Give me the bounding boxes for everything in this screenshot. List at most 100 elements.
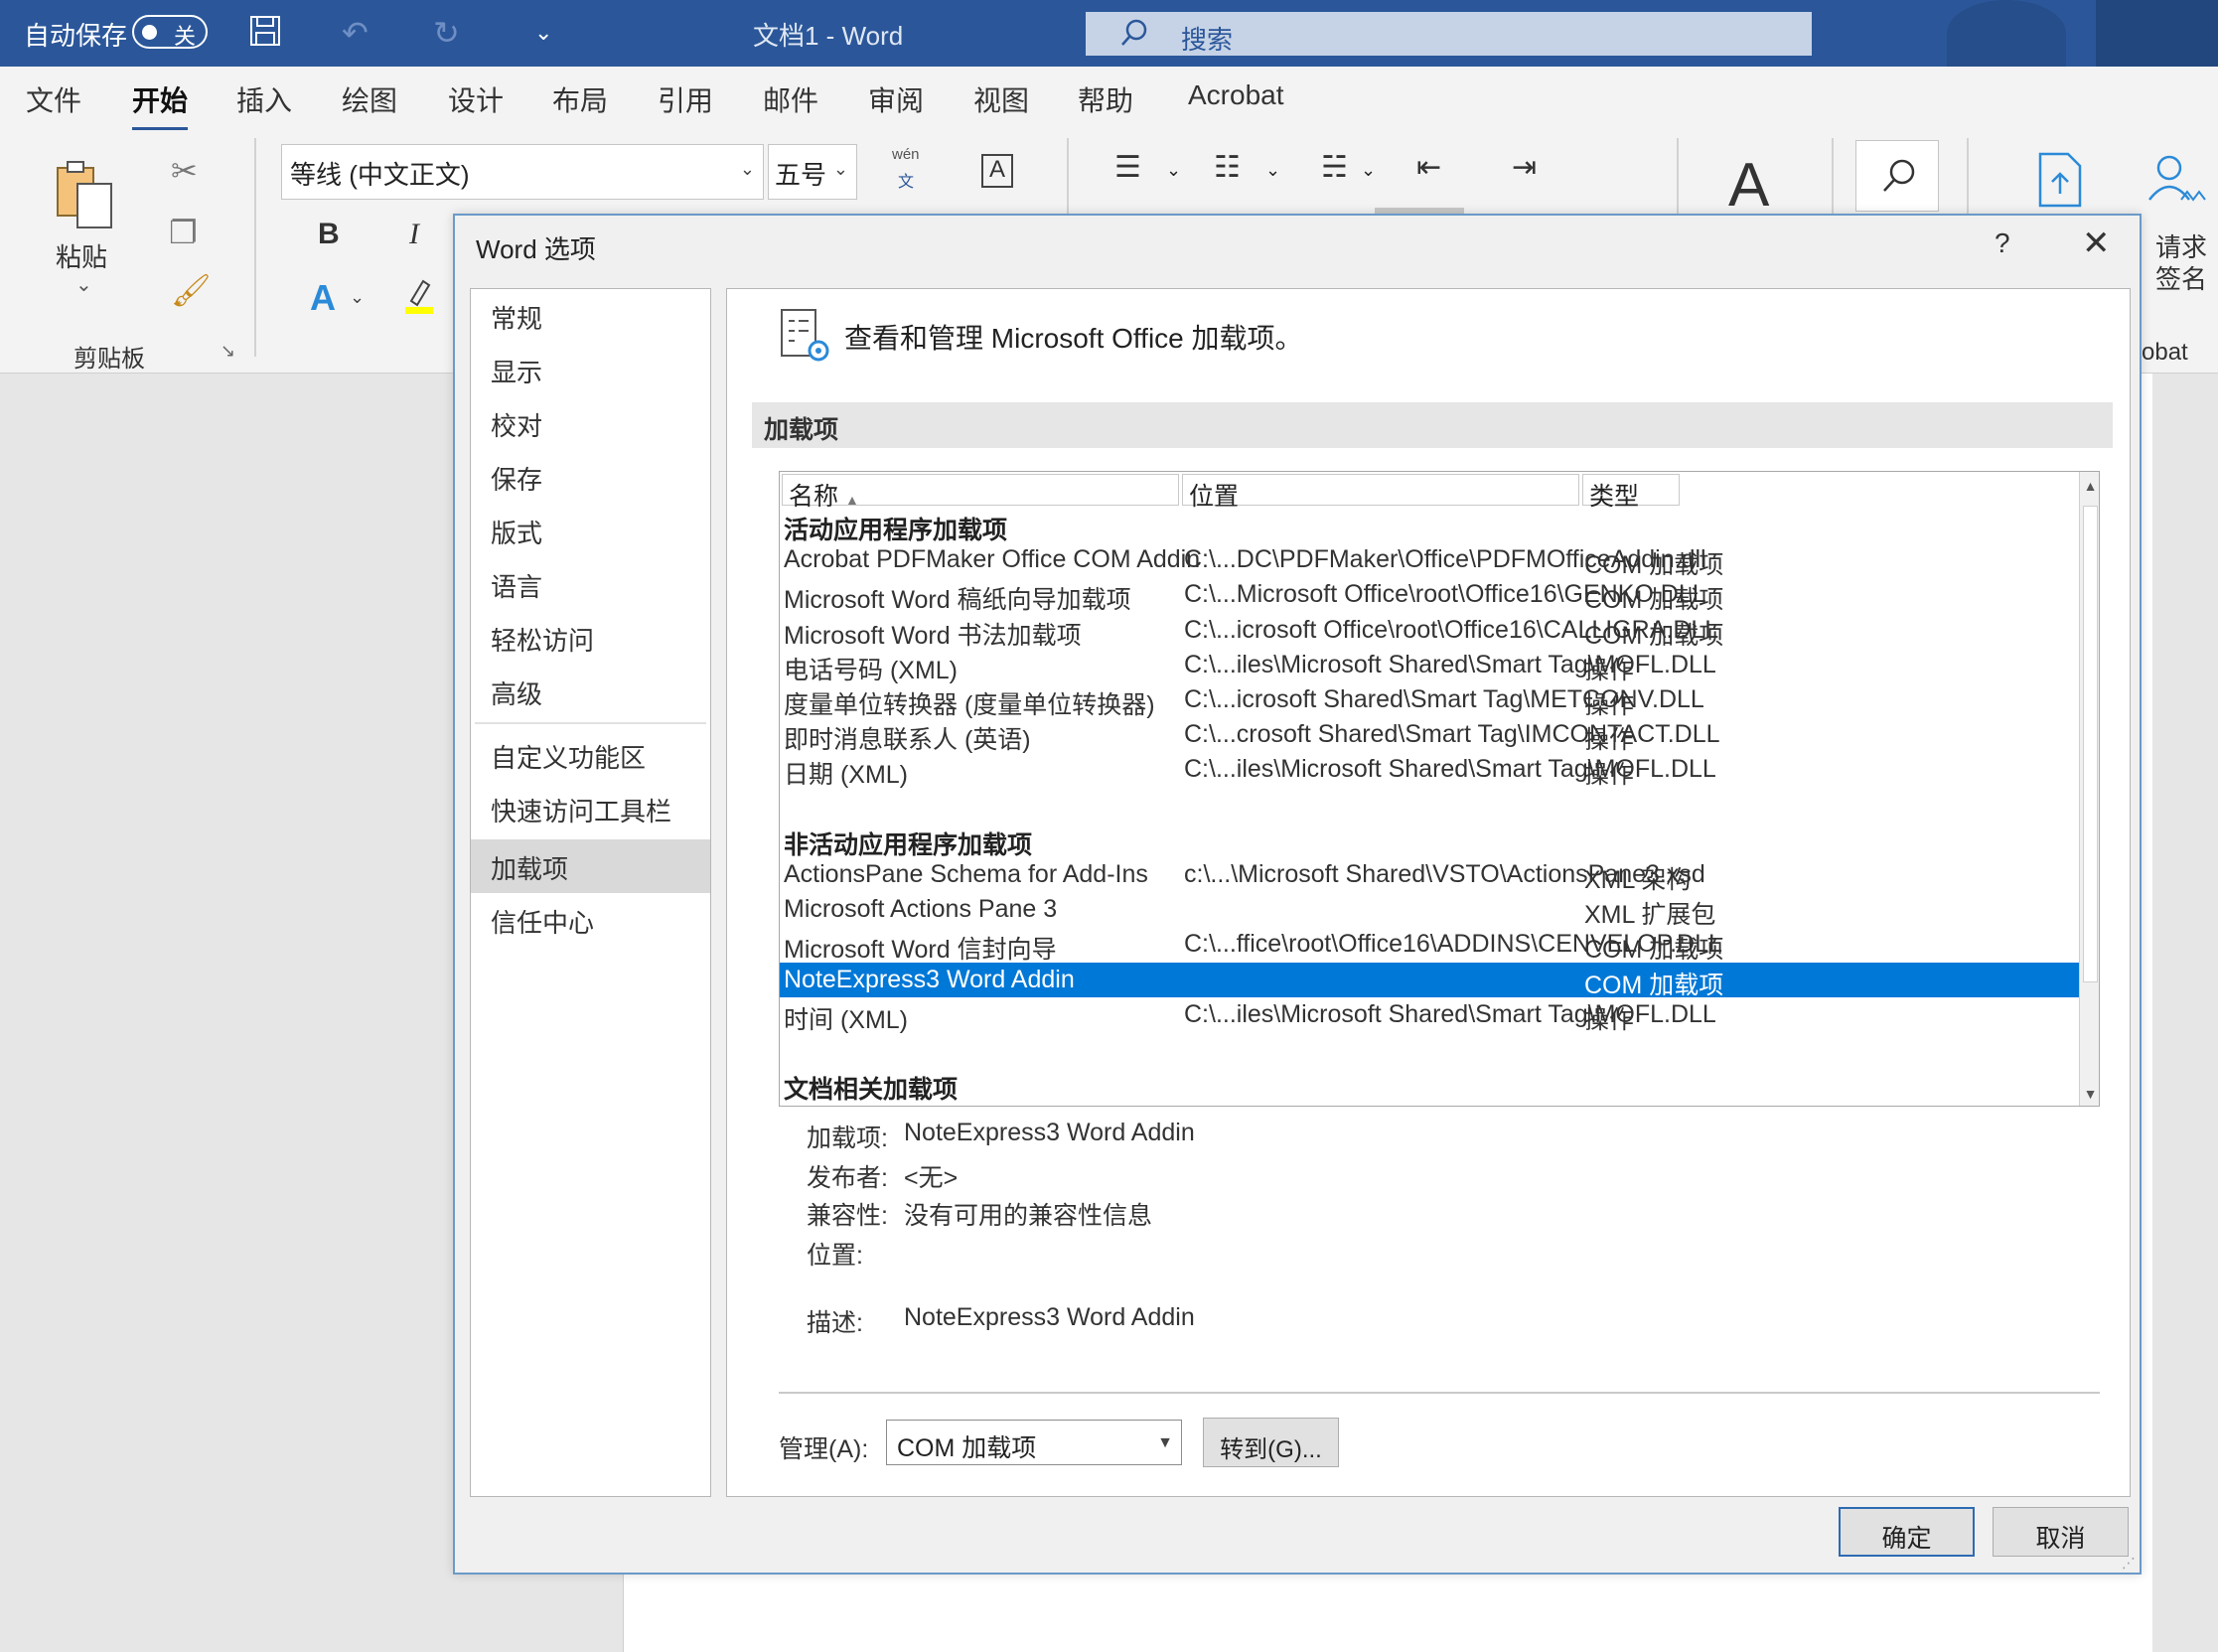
tab-3[interactable]: 绘图	[342, 79, 397, 119]
detail-addin: 加载项: NoteExpress3 Word Addin	[807, 1119, 1998, 1154]
phonetic-guide-icon[interactable]: 文	[898, 168, 914, 192]
clipboard-launcher-icon[interactable]: ↘	[221, 341, 235, 362]
list-scrollbar[interactable]: ▲ ▼	[2079, 472, 2099, 1106]
table-row[interactable]: Microsoft Word 书法加载项 C:\...icrosoft Offic…	[780, 613, 2079, 650]
create-share-pdf-icon[interactable]	[2034, 150, 2090, 215]
table-row[interactable]: 度量单位转换器 (度量单位转换器) C:\...icrosoft Shared\S…	[780, 682, 2079, 719]
table-row[interactable]: ActionsPane Schema for Add-Ins c:\...\Mic…	[780, 857, 2079, 894]
tab-9[interactable]: 视图	[973, 79, 1029, 119]
styles-icon[interactable]: A	[1728, 150, 1769, 221]
chevron-down-icon[interactable]: ⌄	[1361, 160, 1376, 181]
nav-item[interactable]: 语言	[471, 557, 710, 611]
table-row[interactable]: Microsoft Word 稿纸向导加载项 C:\...Microsoft Of…	[780, 577, 2079, 614]
increase-indent-icon[interactable]: ⇥	[1512, 150, 1537, 185]
redo-icon[interactable]: ↻	[433, 14, 460, 52]
cell-location: C:\...iles\Microsoft Shared\Smart Tag\MO…	[1184, 650, 1716, 678]
scroll-thumb[interactable]	[2083, 506, 2098, 982]
nav-item[interactable]: 显示	[471, 343, 710, 396]
table-row[interactable]: NoteExpress3 Word Addin COM 加载项	[780, 962, 2079, 999]
format-painter-icon[interactable]: 🖌	[171, 271, 212, 309]
resize-grip-icon[interactable]: ⋰	[2122, 1555, 2136, 1572]
detail-label: 加载项:	[807, 1125, 888, 1152]
copy-icon[interactable]: ❐	[169, 214, 198, 251]
tab-6[interactable]: 引用	[658, 79, 713, 119]
cell-type: 操作	[1584, 761, 1635, 790]
multilevel-list-icon[interactable]: ☵	[1321, 150, 1348, 185]
tab-2[interactable]: 插入	[236, 79, 292, 119]
tab-10[interactable]: 帮助	[1078, 79, 1133, 119]
column-header-location[interactable]: 位置	[1182, 474, 1579, 511]
font-name-select[interactable]: 等线 (中文正文) ⌄	[281, 144, 764, 200]
bullets-icon[interactable]: ☰	[1114, 150, 1141, 185]
italic-button[interactable]: I	[409, 218, 419, 251]
help-button[interactable]: ?	[1995, 227, 2010, 259]
tab-7[interactable]: 邮件	[763, 79, 818, 119]
font-size-select[interactable]: 五号 ⌄	[768, 144, 857, 200]
table-row[interactable]: Microsoft Actions Pane 3 XML 扩展包	[780, 892, 2079, 929]
request-signature-icon[interactable]	[2145, 152, 2211, 215]
nav-item[interactable]: 常规	[471, 289, 710, 343]
list-group-header: 非活动应用程序加载项	[780, 823, 2079, 859]
table-row[interactable]: Acrobat PDFMaker Office COM Addin C:\...D…	[780, 542, 2079, 579]
detail-compatibility: 兼容性: 没有可用的兼容性信息	[807, 1196, 1998, 1232]
paste-label[interactable]: 粘贴	[56, 237, 107, 274]
cell-name: Microsoft Actions Pane 3	[784, 895, 1058, 924]
nav-item[interactable]: 信任中心	[471, 893, 710, 947]
save-icon[interactable]	[248, 14, 282, 56]
tab-0[interactable]: 文件	[26, 79, 81, 119]
table-row[interactable]: 即时消息联系人 (英语) C:\...crosoft Shared\Smart T…	[780, 717, 2079, 754]
nav-item[interactable]: 加载项	[471, 839, 710, 893]
chevron-down-icon[interactable]: ⌄	[350, 287, 365, 308]
scroll-down-icon[interactable]: ▼	[2080, 1080, 2099, 1106]
cancel-button[interactable]: 取消	[1993, 1507, 2129, 1557]
bold-button[interactable]: B	[318, 218, 340, 251]
table-row[interactable]: 时间 (XML) C:\...iles\Microsoft Shared\Smar…	[780, 997, 2079, 1034]
close-button[interactable]: ✕	[2082, 224, 2111, 263]
search-box[interactable]: 搜索	[1086, 12, 1812, 56]
paste-dropdown-icon[interactable]: ⌄	[75, 272, 92, 297]
table-row[interactable]: 电话号码 (XML) C:\...iles\Microsoft Shared\Sm…	[780, 648, 2079, 684]
tab-5[interactable]: 布局	[552, 79, 608, 119]
nav-item[interactable]: 保存	[471, 450, 710, 504]
nav-item[interactable]: 版式	[471, 504, 710, 557]
goto-button[interactable]: 转到(G)...	[1203, 1418, 1339, 1467]
customize-quick-access-icon[interactable]: ⌄	[534, 20, 552, 46]
chevron-down-icon[interactable]: ⌄	[1166, 160, 1181, 181]
addins-settings-icon	[779, 307, 834, 367]
numbering-icon[interactable]: ☷	[1214, 150, 1241, 185]
nav-item[interactable]: 快速访问工具栏	[471, 782, 710, 835]
manage-select[interactable]: COM 加载项 ▼	[886, 1420, 1182, 1465]
ok-button[interactable]: 确定	[1839, 1507, 1975, 1557]
nav-item[interactable]: 校对	[471, 396, 710, 450]
text-effects-icon[interactable]: A	[310, 277, 336, 319]
find-button[interactable]	[1855, 140, 1939, 212]
tab-8[interactable]: 审阅	[868, 79, 924, 119]
scroll-up-icon[interactable]: ▲	[2080, 472, 2099, 500]
cell-name: Microsoft Word 书法加载项	[784, 621, 1082, 650]
highlight-icon[interactable]	[403, 275, 433, 314]
tab-11[interactable]: Acrobat	[1188, 79, 1284, 111]
nav-item[interactable]: 高级	[471, 665, 710, 718]
phonetic-guide-top[interactable]: wén	[892, 146, 920, 163]
nav-item[interactable]: 自定义功能区	[471, 728, 710, 782]
character-border-icon[interactable]: A	[981, 154, 1013, 188]
detail-value: NoteExpress3 Word Addin	[904, 1119, 1195, 1146]
autosave-toggle[interactable]: 关	[132, 15, 208, 49]
cut-icon[interactable]: ✂	[171, 152, 198, 190]
paste-icon[interactable]	[56, 158, 115, 231]
undo-icon[interactable]: ↶	[342, 14, 369, 52]
tab-1[interactable]: 开始	[132, 79, 189, 131]
table-row[interactable]: Microsoft Word 信封向导 C:\...ffice\root\Offi…	[780, 927, 2079, 964]
request-signature-label-2[interactable]: 签名	[2155, 259, 2207, 296]
table-row[interactable]: 日期 (XML) C:\...iles\Microsoft Shared\Smar…	[780, 752, 2079, 789]
cell-type: COM 加载项	[1584, 551, 1724, 580]
search-icon	[1119, 18, 1149, 55]
tab-4[interactable]: 设计	[448, 79, 504, 119]
addins-list[interactable]: 名称 ▲ 位置 类型 活动应用程序加载项 Acrobat PDFMaker Off…	[779, 471, 2100, 1107]
chevron-down-icon: ⌄	[832, 159, 848, 179]
decrease-indent-icon[interactable]: ⇤	[1416, 150, 1441, 185]
column-header-name[interactable]: 名称 ▲	[782, 474, 1179, 511]
column-header-type[interactable]: 类型	[1582, 474, 1680, 511]
nav-item[interactable]: 轻松访问	[471, 611, 710, 665]
chevron-down-icon[interactable]: ⌄	[1265, 160, 1280, 181]
